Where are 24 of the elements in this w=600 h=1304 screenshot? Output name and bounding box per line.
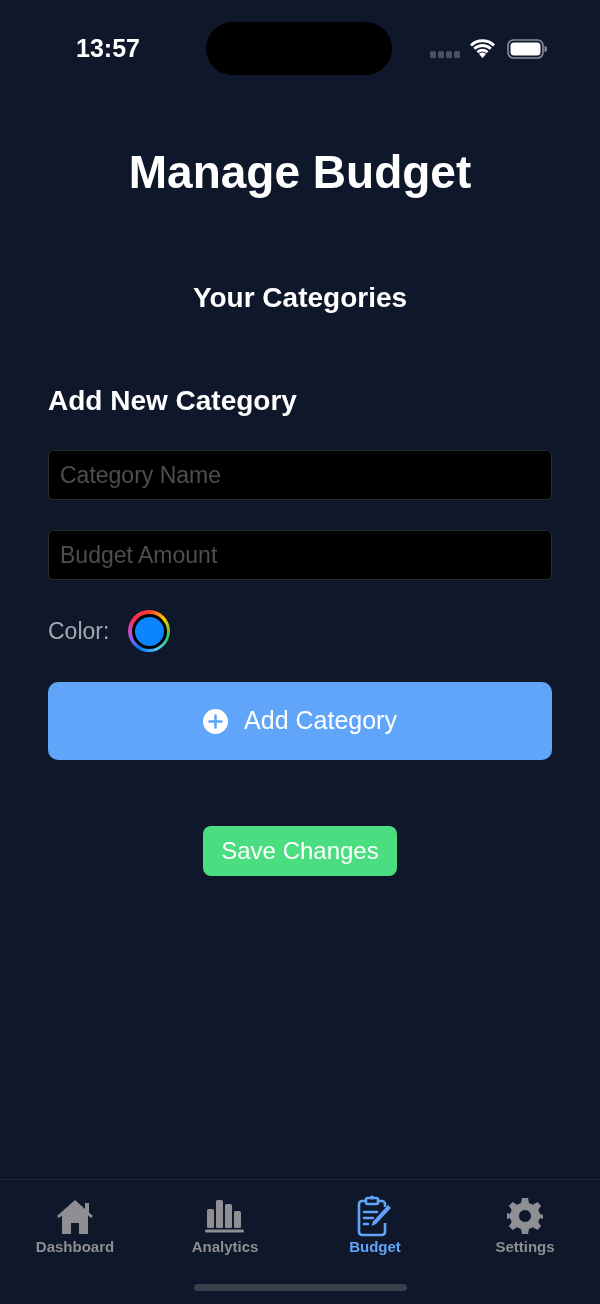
tab-label: Analytics — [191, 1238, 259, 1256]
text-input-field[interactable]: Budget Amount — [48, 530, 552, 580]
color-label: Color: — [48, 616, 110, 646]
plus-circle-icon — [203, 708, 229, 734]
tab-bar-item[interactable]: Analytics — [150, 1188, 300, 1256]
battery-icon — [507, 38, 547, 59]
tab-label: Settings — [495, 1238, 555, 1256]
gear-icon — [506, 1197, 544, 1235]
signal-icon — [430, 51, 460, 58]
color-picker-button[interactable] — [128, 610, 171, 652]
tab-bar-item[interactable]: Settings — [450, 1188, 600, 1256]
bar-chart-icon — [205, 1199, 245, 1233]
tab-label: Dashboard — [35, 1238, 115, 1256]
tab-bar-item[interactable]: Budget — [300, 1188, 450, 1256]
tab-bar-item[interactable]: Dashboard — [0, 1188, 150, 1256]
form-heading: Add New Category — [48, 384, 297, 418]
section-title: Your Categories — [192, 281, 408, 315]
status-time: 13:57 — [76, 36, 141, 61]
clipboard-pen-icon — [357, 1195, 393, 1237]
page-title: Manage Budget — [128, 145, 472, 200]
add-category-label: Add Category — [244, 705, 397, 737]
wifi-icon — [470, 39, 495, 58]
text-input-field[interactable]: Category Name — [48, 450, 552, 500]
tab-label: Budget — [349, 1238, 401, 1256]
